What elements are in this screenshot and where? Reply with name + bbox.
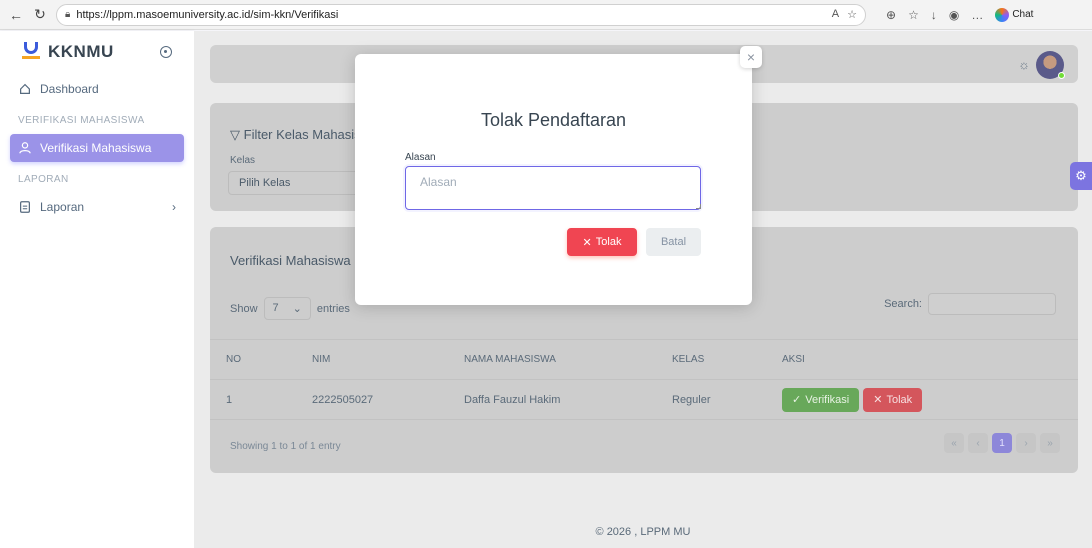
entries-select[interactable]: 7 ⌄	[263, 297, 311, 320]
sidebar-item-laporan[interactable]: Laporan ›	[10, 193, 184, 221]
search-label: Search:	[884, 298, 922, 310]
alasan-label: Alasan	[405, 152, 436, 163]
download-icon[interactable]: ↓	[931, 8, 937, 22]
check-icon: ✓	[792, 394, 802, 406]
sidebar: KKNMU Dashboard VERIFIKASI MAHASISWA Ver…	[0, 31, 194, 548]
pagination: « ‹ 1 › »	[944, 433, 1060, 453]
sidebar-item-label: Verifikasi Mahasiswa	[40, 141, 152, 155]
textarea-resize-handle[interactable]	[696, 204, 701, 209]
cell-no: 1	[226, 393, 233, 406]
table-header-row: NO NIM NAMA MAHASISWA KELAS AKSI	[210, 339, 1078, 379]
university-logo-icon	[22, 42, 40, 62]
filter-icon: ▽	[230, 127, 240, 142]
refresh-icon[interactable]: ↻	[32, 6, 48, 23]
sidebar-item-verifikasi[interactable]: Verifikasi Mahasiswa	[10, 134, 184, 162]
sidebar-toggle-icon[interactable]	[160, 46, 172, 58]
favorites-icon[interactable]: ☆	[908, 8, 919, 22]
entries-label: entries	[316, 302, 350, 315]
table-info: Showing 1 to 1 of 1 entry	[230, 441, 341, 452]
copilot-chat-button[interactable]: Chat	[995, 7, 1033, 22]
page-next-button[interactable]: ›	[1016, 433, 1036, 453]
close-icon: ✕	[582, 236, 592, 249]
reject-row-button[interactable]: ✕ Tolak	[863, 387, 923, 412]
reject-modal: × Tolak Pendaftaran Alasan ✕ Tolak Batal	[355, 46, 762, 305]
cell-nama: Daffa Fauzul Hakim	[464, 393, 561, 406]
close-icon: ×	[746, 49, 756, 65]
page-prev-button[interactable]: ‹	[968, 433, 988, 453]
extensions-icon[interactable]: ⊕	[886, 8, 896, 22]
settings-gear-icon[interactable]: ⚙	[1070, 162, 1092, 190]
online-status-dot	[1058, 72, 1065, 79]
chevron-down-icon: ⌄	[292, 303, 302, 315]
theme-sun-icon[interactable]: ☼	[1018, 57, 1030, 72]
table-card-title: Verifikasi Mahasiswa	[230, 253, 351, 268]
page-1-button[interactable]: 1	[992, 433, 1012, 453]
sidebar-item-label: Laporan	[40, 200, 85, 214]
verify-button[interactable]: ✓ Verifikasi	[782, 387, 860, 412]
table-row: 1 2222505027 Daffa Fauzul Hakim Reguler …	[210, 379, 1078, 419]
close-icon: ✕	[873, 394, 883, 406]
copilot-icon	[995, 7, 1010, 22]
user-icon	[19, 142, 31, 154]
cell-nim: 2222505027	[312, 393, 374, 406]
menu-section-header: VERIFIKASI MAHASISWA	[18, 115, 145, 126]
students-table: NO NIM NAMA MAHASISWA KELAS AKSI 1 22225…	[210, 339, 1078, 420]
document-icon	[20, 201, 30, 213]
page-first-button[interactable]: «	[944, 433, 964, 453]
profile-icon[interactable]: ◉	[949, 8, 959, 22]
footer-copyright: © 2026 , LPPM MU	[595, 526, 691, 538]
menu-section-header: LAPORAN	[18, 174, 69, 185]
sidebar-item-dashboard[interactable]: Dashboard	[10, 75, 184, 103]
chevron-right-icon: ›	[172, 200, 176, 214]
address-bar[interactable]: 🔒︎ https://lppm.masoemuniversity.ac.id/s…	[56, 3, 866, 26]
reject-submit-button[interactable]: ✕ Tolak	[567, 228, 637, 256]
alasan-textarea[interactable]	[405, 166, 701, 210]
column-header[interactable]: NO	[210, 354, 296, 365]
url-text: https://lppm.masoemuniversity.ac.id/sim-…	[76, 8, 339, 21]
back-icon[interactable]: ←	[8, 7, 24, 23]
show-label: Show	[230, 302, 258, 315]
column-header[interactable]: NIM	[296, 354, 448, 365]
brand[interactable]: KKNMU	[0, 31, 194, 73]
modal-title: Tolak Pendaftaran	[480, 110, 627, 130]
lock-icon: 🔒︎	[65, 9, 71, 20]
column-header[interactable]: KELAS	[656, 354, 766, 365]
cancel-button[interactable]: Batal	[646, 228, 701, 256]
page-last-button[interactable]: »	[1040, 433, 1060, 453]
modal-close-button[interactable]: ×	[740, 46, 762, 68]
more-icon[interactable]: …	[971, 8, 983, 22]
kelas-label: Kelas	[230, 155, 256, 166]
search-input[interactable]	[928, 293, 1056, 315]
sidebar-item-label: Dashboard	[40, 82, 99, 96]
home-icon	[20, 83, 30, 94]
column-header[interactable]: NAMA MAHASISWA	[448, 354, 656, 365]
browser-toolbar: ← ↻ 🔒︎ https://lppm.masoemuniversity.ac.…	[0, 0, 1092, 30]
column-header: AKSI	[782, 354, 805, 365]
brand-name: KKNMU	[48, 42, 114, 61]
read-aloud-icon[interactable]: A	[832, 8, 839, 21]
cell-kelas: Reguler	[672, 393, 711, 406]
favorite-star-icon[interactable]: ☆	[847, 8, 857, 21]
